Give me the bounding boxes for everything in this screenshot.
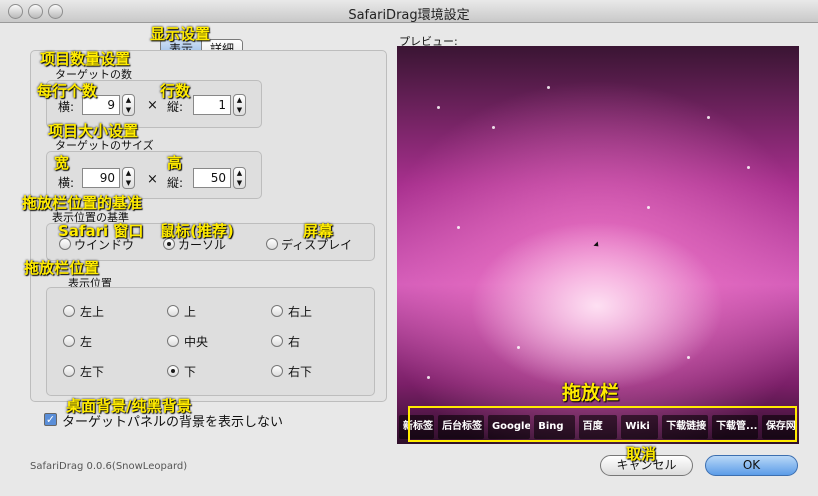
version-label: SafariDrag 0.0.6(SnowLeopard) <box>30 461 188 472</box>
count-horizontal-stepper[interactable]: ▲ ▼ <box>122 94 135 116</box>
position-option-top-right: 右上 <box>288 305 313 319</box>
annotation-screen: 屏幕 <box>303 222 334 240</box>
dock-highlight-frame <box>408 406 797 442</box>
position-option-bottom: 下 <box>184 365 197 379</box>
position-radio-bottom-left[interactable] <box>63 365 75 377</box>
preview-star <box>747 166 750 169</box>
position-radio-bottom[interactable] <box>167 365 179 377</box>
annotation-width: 宽 <box>54 154 70 172</box>
preview-star <box>517 346 520 349</box>
cursor-icon <box>593 241 601 249</box>
position-option-center: 中央 <box>184 335 209 349</box>
title-bar: SafariDrag環境設定 <box>0 0 818 23</box>
preview-star <box>707 116 710 119</box>
count-vertical-input[interactable]: 1 <box>193 95 231 115</box>
position-radio-right[interactable] <box>271 335 283 347</box>
position-radio-top[interactable] <box>167 305 179 317</box>
size-horizontal-input[interactable]: 90 <box>82 168 120 188</box>
size-vertical-input[interactable]: 50 <box>193 168 231 188</box>
size-vertical-label: 縦: <box>167 176 184 190</box>
size-times: × <box>147 172 158 187</box>
window-title: SafariDrag環境設定 <box>348 8 470 23</box>
preview-star <box>647 206 650 209</box>
annotation-per-row: 每行个数 <box>37 82 98 100</box>
preview-star <box>457 226 460 229</box>
preview-star <box>492 126 495 129</box>
position-radio-bottom-right[interactable] <box>271 365 283 377</box>
annotation-display-settings: 显示设置 <box>150 25 211 43</box>
position-option-bottom-right: 右下 <box>288 365 313 379</box>
annotation-dock-bar: 拖放栏 <box>562 382 620 404</box>
preview-star <box>547 86 550 89</box>
position-option-bottom-left: 左下 <box>80 365 105 379</box>
annotation-item-count: 项目数量设置 <box>40 50 131 68</box>
annotation-height: 高 <box>167 154 183 172</box>
basis-radio-display[interactable] <box>266 238 278 250</box>
annotation-rows: 行数 <box>160 82 191 100</box>
position-radio-top-right[interactable] <box>271 305 283 317</box>
hide-background-checkbox[interactable]: ✓ <box>44 413 57 426</box>
annotation-cancel: 取消 <box>626 445 657 463</box>
annotation-dock-position: 拖放栏位置 <box>24 259 100 277</box>
size-horizontal-label: 横: <box>58 176 75 190</box>
preview-star <box>427 376 430 379</box>
position-radio-center[interactable] <box>167 335 179 347</box>
annotation-desktop-bg: 桌面背景/纯黑背景 <box>66 397 192 415</box>
position-radio-top-left[interactable] <box>63 305 75 317</box>
annotation-item-size: 项目大小设置 <box>48 122 139 140</box>
position-option-left: 左 <box>80 335 93 349</box>
preview-star <box>687 356 690 359</box>
size-horizontal-stepper[interactable]: ▲ ▼ <box>122 167 135 189</box>
annotation-mouse: 鼠标(推荐) <box>160 222 234 240</box>
position-radio-left[interactable] <box>63 335 75 347</box>
ok-button[interactable]: OK <box>705 455 798 476</box>
count-vertical-stepper[interactable]: ▲ ▼ <box>233 94 246 116</box>
position-option-right: 右 <box>288 335 301 349</box>
count-times: × <box>147 98 158 113</box>
preview-star <box>437 106 440 109</box>
annotation-basis: 拖放栏位置的基准 <box>22 194 143 212</box>
position-option-top-left: 左上 <box>80 305 105 319</box>
annotation-safari-window: Safari 窗口 <box>58 222 144 240</box>
position-option-top: 上 <box>184 305 197 319</box>
size-vertical-stepper[interactable]: ▲ ▼ <box>233 167 246 189</box>
